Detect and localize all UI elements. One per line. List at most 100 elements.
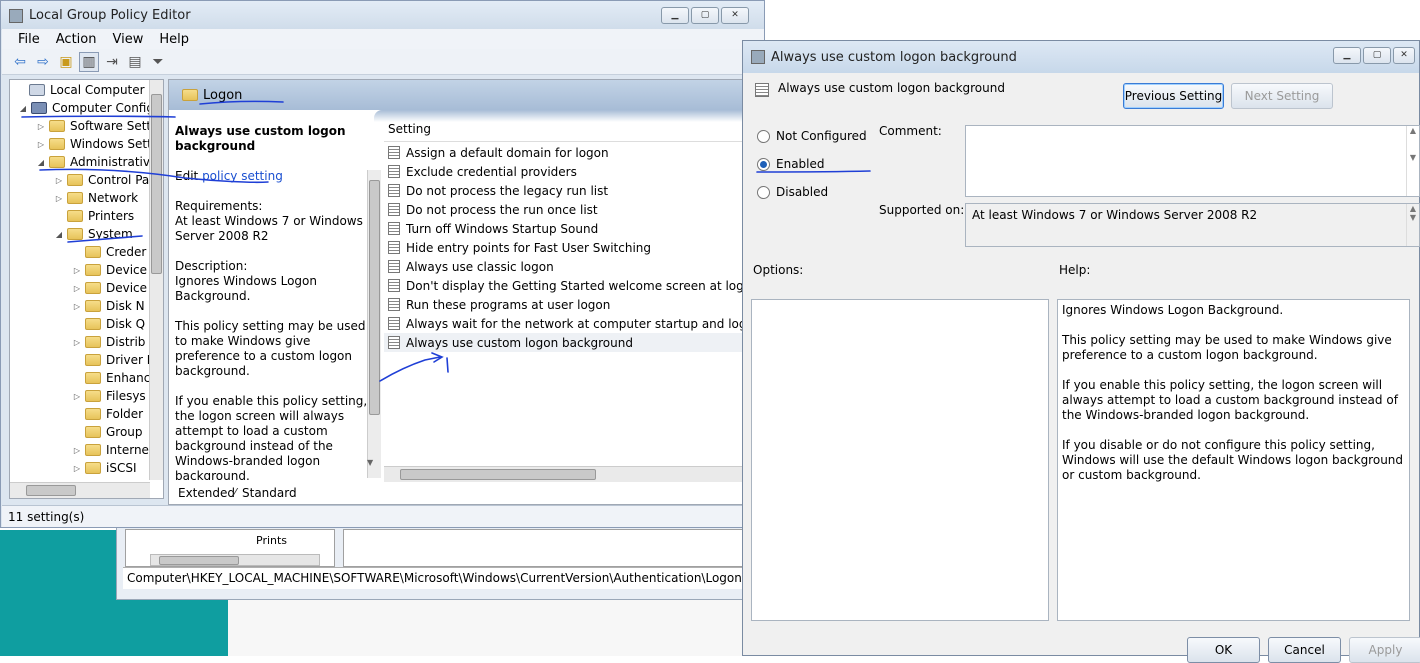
tree-item[interactable]: ▷ Disk N — [72, 297, 145, 315]
expand-arrow-icon[interactable]: ◢ — [54, 230, 64, 239]
tree-horizontal-scrollbar[interactable] — [10, 482, 150, 498]
tree-item[interactable]: ▷ Interne — [72, 441, 149, 459]
setting-label: Always use custom logon background — [406, 335, 633, 350]
apply-button[interactable]: Apply — [1349, 637, 1420, 663]
console-tree: Local Computer Polic ◢ Computer Config ▷ Sof… — [9, 79, 164, 499]
setting-row[interactable]: Always use classic logon — [384, 257, 762, 276]
export-list-icon[interactable]: ⇥ — [102, 52, 122, 72]
menu-help[interactable]: Help — [159, 32, 189, 47]
description-scrollbar[interactable] — [367, 170, 381, 478]
setting-row[interactable]: Always use custom logon background — [384, 333, 762, 352]
radio-not-configured-label: Not Configured — [776, 129, 867, 143]
tree-item[interactable]: Disk Q — [72, 315, 145, 333]
cancel-button[interactable]: Cancel — [1268, 637, 1341, 663]
tree-item[interactable]: ▷ iSCSI — [72, 459, 137, 477]
up-folder-icon[interactable]: ▣ — [56, 52, 76, 72]
setting-label: Assign a default domain for logon — [406, 145, 609, 160]
comment-textarea[interactable]: ▲ ▼ — [965, 125, 1420, 197]
dialog-titlebar[interactable]: Always use custom logon background ▁ ▢ ✕ — [743, 41, 1419, 73]
setting-row[interactable]: Run these programs at user logon — [384, 295, 762, 314]
show-hide-tree-icon[interactable]: ▥ — [79, 51, 99, 72]
tree-item[interactable]: Enhanc — [72, 369, 150, 387]
tree-item[interactable]: Printers — [54, 207, 134, 225]
gpedit-titlebar[interactable]: Local Group Policy Editor ▁ ▢ ✕ — [1, 1, 764, 30]
tree-item[interactable]: ▷ Distrib — [72, 333, 146, 351]
expand-arrow-icon[interactable]: ▷ — [72, 302, 82, 311]
tree-item[interactable]: Local Computer Polic — [16, 81, 163, 99]
tree-item[interactable]: Folder — [72, 405, 143, 423]
tree-item[interactable]: ▷ Software Setti — [36, 117, 155, 135]
details-pane: Logon Always use custom logon background… — [168, 79, 762, 505]
filter-icon[interactable]: ⏷ — [148, 52, 168, 72]
setting-row[interactable]: Don't display the Getting Started welcom… — [384, 276, 762, 295]
setting-row[interactable]: Assign a default domain for logon — [384, 143, 762, 162]
dialog-maximize-button[interactable]: ▢ — [1363, 47, 1391, 64]
expand-arrow-icon[interactable]: ▷ — [36, 122, 46, 131]
expand-arrow-icon[interactable]: ▷ — [72, 284, 82, 293]
setting-row[interactable]: Always wait for the network at computer … — [384, 314, 762, 333]
tab-extended[interactable]: Extended — [178, 486, 235, 500]
tree-item[interactable]: ▷ Device — [72, 279, 147, 297]
expand-arrow-icon[interactable]: ▷ — [72, 392, 82, 401]
tree-item[interactable]: ◢ Computer Config — [18, 99, 154, 117]
registry-tree[interactable]: Prints — [125, 529, 335, 567]
tree-item[interactable]: ◢ System — [54, 225, 133, 243]
expand-arrow-icon[interactable]: ▷ — [54, 194, 64, 203]
tree-item[interactable]: ▷ Filesys — [72, 387, 146, 405]
registry-values-pane[interactable] — [343, 529, 743, 567]
tree-item[interactable]: ◢ Administrative — [36, 153, 157, 171]
registry-tree-hscroll[interactable] — [150, 554, 320, 566]
tree-item-label: Group — [106, 425, 143, 439]
expand-arrow-icon[interactable]: ▷ — [72, 446, 82, 455]
tree-item[interactable]: ▷ Network — [54, 189, 138, 207]
tree-item-label: Creder — [106, 245, 147, 259]
expand-arrow-icon[interactable]: ◢ — [36, 158, 46, 167]
setting-row[interactable]: Hide entry points for Fast User Switchin… — [384, 238, 762, 257]
radio-disabled[interactable]: Disabled — [757, 185, 828, 199]
gpedit-app-icon — [9, 8, 23, 23]
expand-arrow-icon[interactable]: ▷ — [72, 338, 82, 347]
dialog-minimize-button[interactable]: ▁ — [1333, 47, 1361, 64]
list-horizontal-scrollbar[interactable] — [384, 466, 762, 482]
group-policy-editor-window: Local Group Policy Editor ▁ ▢ ✕ File Act… — [0, 0, 765, 528]
next-setting-button[interactable]: Next Setting — [1231, 83, 1333, 109]
dialog-app-icon — [751, 50, 765, 64]
setting-label: Always wait for the network at computer … — [406, 316, 762, 331]
previous-setting-button[interactable]: Previous Setting — [1123, 83, 1224, 109]
menu-action[interactable]: Action — [56, 32, 97, 47]
setting-row[interactable]: Do not process the legacy run list — [384, 181, 762, 200]
column-header-setting[interactable]: Setting — [384, 122, 759, 142]
tree-vertical-scrollbar[interactable] — [149, 80, 163, 480]
radio-enabled[interactable]: Enabled — [757, 157, 825, 171]
setting-row[interactable]: Exclude credential providers — [384, 162, 762, 181]
close-button[interactable]: ✕ — [721, 7, 749, 24]
setting-row[interactable]: Turn off Windows Startup Sound — [384, 219, 762, 238]
menu-file[interactable]: File — [18, 32, 40, 47]
tree-item[interactable]: ▷ Windows Sett — [36, 135, 152, 153]
menu-view[interactable]: View — [112, 32, 143, 47]
expand-arrow-icon[interactable]: ▷ — [72, 266, 82, 275]
minimize-button[interactable]: ▁ — [661, 7, 689, 24]
ok-button[interactable]: OK — [1187, 637, 1260, 663]
expand-arrow-icon[interactable]: ▷ — [54, 176, 64, 185]
expand-arrow-icon[interactable]: ▷ — [72, 464, 82, 473]
tree-item[interactable]: ▷ Control Pa — [54, 171, 149, 189]
properties-icon[interactable]: ▤ — [125, 52, 145, 72]
dialog-close-button[interactable]: ✕ — [1393, 47, 1415, 64]
tab-standard[interactable]: Standard — [242, 486, 297, 500]
forward-arrow-icon[interactable]: ⇨ — [33, 52, 53, 72]
registry-tree-item[interactable]: Prints — [256, 534, 287, 547]
edit-policy-setting-link[interactable]: policy setting — [202, 169, 283, 183]
expand-arrow-icon[interactable]: ◢ — [18, 104, 28, 113]
folder-icon — [67, 174, 83, 186]
folder-icon — [49, 120, 65, 132]
radio-not-configured[interactable]: Not Configured — [757, 129, 867, 143]
maximize-button[interactable]: ▢ — [691, 7, 719, 24]
back-arrow-icon[interactable]: ⇦ — [10, 52, 30, 72]
tree-item[interactable]: Driver I — [72, 351, 150, 369]
tree-item[interactable]: Creder — [72, 243, 146, 261]
expand-arrow-icon[interactable]: ▷ — [36, 140, 46, 149]
tree-item[interactable]: ▷ Device — [72, 261, 147, 279]
tree-item[interactable]: Group — [72, 423, 143, 441]
setting-row[interactable]: Do not process the run once list — [384, 200, 762, 219]
